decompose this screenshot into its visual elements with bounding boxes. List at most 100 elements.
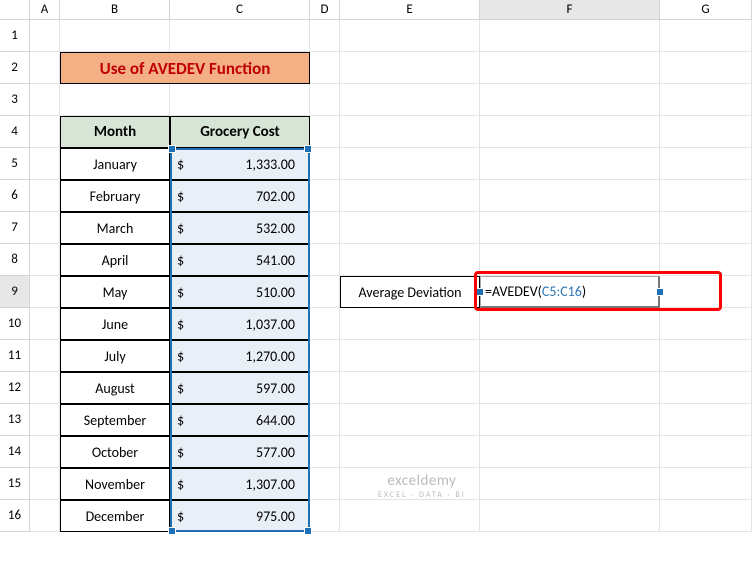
cell-A12[interactable] (30, 372, 60, 404)
cost-cell[interactable]: $1,307.00 (170, 468, 310, 500)
cell-F3[interactable] (480, 84, 660, 116)
cell-E14[interactable] (340, 436, 480, 468)
cost-cell[interactable]: $702.00 (170, 180, 310, 212)
cell-G4[interactable] (660, 116, 752, 148)
cell-D5[interactable] (310, 148, 340, 180)
cell-F4[interactable] (480, 116, 660, 148)
col-header-B[interactable]: B (60, 0, 170, 20)
cell-D12[interactable] (310, 372, 340, 404)
cell-A2[interactable] (30, 52, 60, 84)
cell-C3[interactable] (170, 84, 310, 116)
cell-F5[interactable] (480, 148, 660, 180)
cell-A8[interactable] (30, 244, 60, 276)
cell-G3[interactable] (660, 84, 752, 116)
avg-deviation-label[interactable]: Average Deviation (340, 276, 480, 308)
month-cell[interactable]: February (60, 180, 170, 212)
row-header-8[interactable]: 8 (0, 244, 30, 276)
cell-F1[interactable] (480, 20, 660, 52)
month-cell[interactable]: January (60, 148, 170, 180)
cell-G14[interactable] (660, 436, 752, 468)
cell-E11[interactable] (340, 340, 480, 372)
cell-G13[interactable] (660, 404, 752, 436)
month-cell[interactable]: June (60, 308, 170, 340)
row-header-14[interactable]: 14 (0, 436, 30, 468)
cell-D14[interactable] (310, 436, 340, 468)
month-cell[interactable]: March (60, 212, 170, 244)
cell-F16[interactable] (480, 500, 660, 532)
row-header-10[interactable]: 10 (0, 308, 30, 340)
cell-E15[interactable] (340, 468, 480, 500)
cell-A14[interactable] (30, 436, 60, 468)
row-header-7[interactable]: 7 (0, 212, 30, 244)
cell-A13[interactable] (30, 404, 60, 436)
cell-F6[interactable] (480, 180, 660, 212)
month-cell[interactable]: April (60, 244, 170, 276)
cell-A11[interactable] (30, 340, 60, 372)
cell-E6[interactable] (340, 180, 480, 212)
row-header-3[interactable]: 3 (0, 84, 30, 116)
cell-E16[interactable] (340, 500, 480, 532)
cell-G10[interactable] (660, 308, 752, 340)
cost-cell[interactable]: $510.00 (170, 276, 310, 308)
cell-E2[interactable] (340, 52, 480, 84)
cost-cell[interactable]: $1,037.00 (170, 308, 310, 340)
cell-E4[interactable] (340, 116, 480, 148)
cell-C1[interactable] (170, 20, 310, 52)
select-all-corner[interactable] (0, 0, 30, 20)
col-header-C[interactable]: C (170, 0, 310, 20)
cell-E5[interactable] (340, 148, 480, 180)
cell-G1[interactable] (660, 20, 752, 52)
cell-F7[interactable] (480, 212, 660, 244)
cell-D8[interactable] (310, 244, 340, 276)
month-cell[interactable]: May (60, 276, 170, 308)
cell-G5[interactable] (660, 148, 752, 180)
cell-D1[interactable] (310, 20, 340, 52)
col-header-E[interactable]: E (340, 0, 480, 20)
cell-G15[interactable] (660, 468, 752, 500)
cell-E8[interactable] (340, 244, 480, 276)
month-cell[interactable]: December (60, 500, 170, 532)
cost-cell[interactable]: $532.00 (170, 212, 310, 244)
cell-A10[interactable] (30, 308, 60, 340)
cell-A1[interactable] (30, 20, 60, 52)
cell-E10[interactable] (340, 308, 480, 340)
header-cost[interactable]: Grocery Cost (170, 116, 310, 148)
cell-A3[interactable] (30, 84, 60, 116)
cell-D16[interactable] (310, 500, 340, 532)
cell-G6[interactable] (660, 180, 752, 212)
cell-A5[interactable] (30, 148, 60, 180)
cell-A6[interactable] (30, 180, 60, 212)
cell-F13[interactable] (480, 404, 660, 436)
month-cell[interactable]: October (60, 436, 170, 468)
header-month[interactable]: Month (60, 116, 170, 148)
month-cell[interactable]: July (60, 340, 170, 372)
row-header-16[interactable]: 16 (0, 500, 30, 532)
row-header-1[interactable]: 1 (0, 20, 30, 52)
row-header-11[interactable]: 11 (0, 340, 30, 372)
row-header-5[interactable]: 5 (0, 148, 30, 180)
cell-D6[interactable] (310, 180, 340, 212)
cell-A7[interactable] (30, 212, 60, 244)
cost-cell[interactable]: $597.00 (170, 372, 310, 404)
row-header-15[interactable]: 15 (0, 468, 30, 500)
cell-E1[interactable] (340, 20, 480, 52)
cell-F11[interactable] (480, 340, 660, 372)
row-header-2[interactable]: 2 (0, 52, 30, 84)
cell-G11[interactable] (660, 340, 752, 372)
cell-D4[interactable] (310, 116, 340, 148)
col-header-D[interactable]: D (310, 0, 340, 20)
cell-D2[interactable] (310, 52, 340, 84)
cell-A4[interactable] (30, 116, 60, 148)
formula-cell[interactable]: =AVEDEV(C5:C16) (480, 276, 660, 308)
cost-cell[interactable]: $541.00 (170, 244, 310, 276)
cell-F15[interactable] (480, 468, 660, 500)
cell-G8[interactable] (660, 244, 752, 276)
row-header-6[interactable]: 6 (0, 180, 30, 212)
cell-B1[interactable] (60, 20, 170, 52)
cell-G7[interactable] (660, 212, 752, 244)
cell-D10[interactable] (310, 308, 340, 340)
cost-cell[interactable]: $1,270.00 (170, 340, 310, 372)
cell-F2[interactable] (480, 52, 660, 84)
cell-E3[interactable] (340, 84, 480, 116)
row-header-4[interactable]: 4 (0, 116, 30, 148)
